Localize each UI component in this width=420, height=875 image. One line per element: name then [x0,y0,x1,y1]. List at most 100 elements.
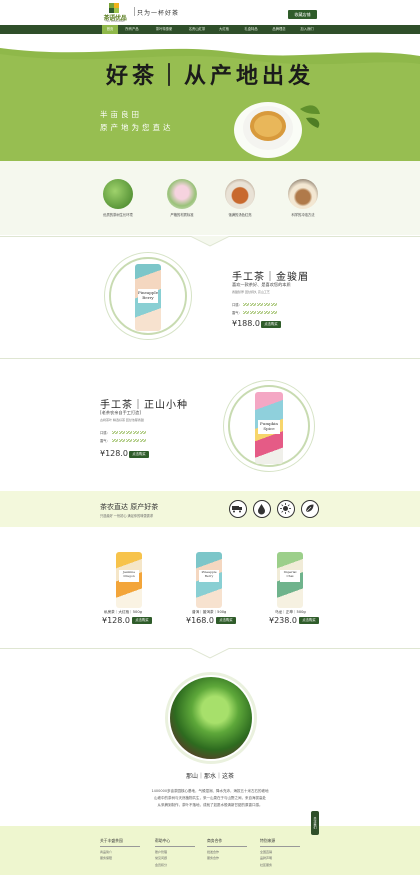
product-title: 手工茶｜正山小种 [100,400,188,411]
taste-label: 口感： [100,431,110,435]
can-label: Pineapple Berry [138,289,158,303]
chevron-down-icon [190,236,230,247]
footer-link[interactable]: 常见问题 [155,856,215,860]
grid-product-name: 私房茶｜大红袍｜500g [104,610,142,614]
water-drop-icon [253,500,271,518]
tea-picking-photo [170,677,252,759]
tea-cup-icon [225,179,255,209]
favorite-store-button[interactable]: 收藏店铺 [288,10,317,19]
footer-link[interactable]: 批发合作 [207,850,267,854]
origin-title: 那山｜那水｜这茶 [185,773,234,780]
hero-background [0,34,420,161]
nav-item-black-tea[interactable]: 名贵山红茶 [184,25,210,34]
feature-label: 饱满的汤色红亮 [228,213,252,217]
origin-paragraph: 山坡中的茶树与天然植物共生，采一山泉在于与山野之间，来自海拔高处 [154,796,266,800]
feature-strip: 优质的茶树生长环境 严格的材质标准 饱满的汤色红亮 科学的冲泡方法 [0,161,420,235]
logo-subtext: TEA LANGUAGE [105,20,125,23]
grid-product-price: ¥168.0 [186,616,214,625]
product-title: 手工茶｜金骏眉 [232,272,309,283]
tea-can-image[interactable]: Pineapple Berry [196,552,222,608]
logo-mark-icon [109,3,119,13]
can-label: Imperial Chai [280,570,300,582]
grid-product-price: ¥238.0 [269,616,297,625]
tea-can-image[interactable]: Pineapple Berry [135,264,161,331]
leaf-icon [301,500,319,518]
footer-link[interactable]: 会员积分 [155,863,215,867]
header-slogan: 只为一杯好茶 [137,10,180,17]
hero-title: 好茶｜从产地出发 [105,63,314,89]
footer-link[interactable]: 服务保障 [100,856,160,860]
sun-icon [277,500,295,518]
can-label: Pumpkin Spice [258,420,280,434]
nav-item-all-products[interactable]: 所有产品 [121,25,143,34]
hero-line-2: 原产地为您直达 [100,123,174,132]
footer-column: 商务合作 批发合作 服务合作 [207,838,267,860]
feature-item: 严格的材质标准 [152,179,212,217]
origin-paragraph: 1400000多亩茶园核心基地，气候湿润、降水充沛，海拔五十米左右的坡地 [151,789,269,793]
footer-link[interactable]: 服务合作 [207,856,267,860]
footer-link[interactable]: 社区服务 [260,863,320,867]
direct-banner: 茶农直达 原产好茶 只选最好 一份初心 满足你的味蕾需求 [0,491,420,527]
footer-link[interactable]: 全国直销 [260,850,320,854]
flower-tea-icon [167,179,197,209]
footer: 关于丰盛茶园 商品简介 服务保障 帮助中心 账户管理 常见问题 会员积分 商务合… [0,826,420,875]
tea-can-image[interactable]: Imperial Chai [277,552,303,608]
tea-set-icon [288,179,318,209]
feature-label: 科学的冲泡方法 [291,213,315,217]
nav-item-home[interactable]: 首页 [102,25,118,34]
aroma-label: 香气： [100,439,110,443]
grid-product-price: ¥128.0 [102,616,130,625]
feature-label: 严格的材质标准 [170,213,194,217]
nav-item-join-us[interactable]: 加入我们 [296,25,318,34]
direct-subtitle: 只选最好 一份初心 满足你的味蕾需求 [100,514,154,518]
origin-paragraph: 从采摘到制作，茶叶不落地，成就了如愿水般清新甘甜的原香口感。 [157,803,263,807]
aroma-label: 香气： [232,311,242,315]
section-divider [0,358,420,359]
buy-button[interactable]: 点击购买 [216,617,236,624]
buy-button[interactable]: 点击购买 [132,617,152,624]
product-price: ¥188.0 [232,319,260,328]
nav-item-specials[interactable]: 茶叶特惠便 [151,25,177,34]
footer-link[interactable]: 账户管理 [155,850,215,854]
taste-meter [243,303,277,306]
can-label: Pineapple Berry [199,570,219,582]
feature-label: 优质的茶树生长环境 [103,213,133,217]
taste-meter [112,431,146,434]
top-bar: 茶语优品 TEA LANGUAGE 只为一杯好茶 收藏店铺 [0,0,420,25]
taste-label: 口感： [232,303,242,307]
brand-logo[interactable]: 茶语优品 TEA LANGUAGE [98,3,132,23]
direct-title: 茶农直达 原产好茶 [100,503,159,511]
can-label: Jasmine Dragon [119,570,139,582]
buy-button[interactable]: 点击购买 [129,451,149,458]
product-price: ¥128.0 [100,449,128,458]
nav-item-dahongpao[interactable]: 大红袍 [215,25,233,34]
aroma-meter [243,311,277,314]
footer-heading: 帮助中心 [155,838,195,847]
footer-column: 特别来源 全国直销 品牌声明 社区服务 [260,838,320,867]
main-nav: 首页 所有产品 茶叶特惠便 名贵山红茶 大红袍 礼盒特品 品牌理念 加入我们 [0,25,420,34]
product-tags: 香甜醇厚 回甘持久 高山工艺 [232,290,270,294]
footer-heading: 关于丰盛茶园 [100,838,140,847]
footer-column: 关于丰盛茶园 商品简介 服务保障 [100,838,160,860]
footer-link[interactable]: 商品简介 [100,850,160,854]
footer-link[interactable]: 品牌声明 [260,856,320,860]
footer-heading: 特别来源 [260,838,300,847]
nav-item-gift-box[interactable]: 礼盒特品 [240,25,262,34]
truck-icon [229,500,247,518]
footer-heading: 商务合作 [207,838,247,847]
tea-can-image[interactable]: Pumpkin Spice [255,392,283,464]
chevron-down-icon [190,648,230,659]
product-tags: 古树茶叶 精选好茶 回甘浓郁香甜 [100,418,144,422]
buy-button[interactable]: 点击购买 [261,321,281,328]
nav-item-brand[interactable]: 品牌理念 [268,25,290,34]
footer-column: 帮助中心 账户管理 常见问题 会员积分 [155,838,215,867]
buy-button[interactable]: 点击购买 [299,617,319,624]
product-desc: [老茶农亲自手工打造] [100,410,141,415]
feature-item: 饱满的汤色红亮 [210,179,270,217]
follow-us-badge[interactable]: 关注我们 [311,811,319,835]
hero-line-1: 半亩良田 [100,110,142,119]
grid-product-name: 普洱｜普洱茶｜500g [192,610,227,614]
product-desc: 喜欢一款茶好、是喜欢您的本质 [232,282,291,287]
tea-can-image[interactable]: Jasmine Dragon [116,552,142,608]
aroma-meter [112,439,146,442]
